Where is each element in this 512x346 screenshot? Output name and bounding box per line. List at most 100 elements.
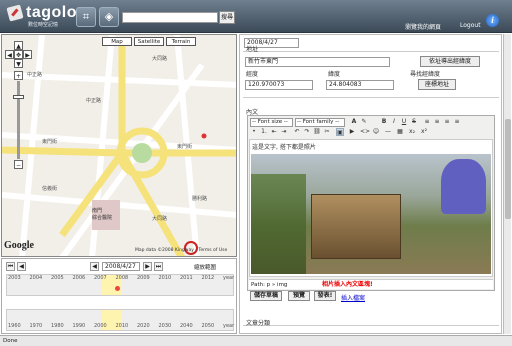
crop-icon[interactable]: ⌗ — [76, 7, 96, 27]
street-label: 勝利路 — [192, 196, 208, 202]
underline-icon[interactable]: U — [400, 118, 408, 126]
street-label: 中正路 — [27, 72, 43, 78]
align-center-icon[interactable]: ≡ — [433, 118, 441, 126]
tag-icon[interactable]: ◈ — [99, 7, 119, 27]
subscript-icon[interactable]: x₂ — [408, 128, 416, 136]
pan-right-icon[interactable]: ▶ — [23, 50, 32, 59]
image-icon[interactable]: ▣ — [336, 128, 344, 136]
street-label: 大同路 — [152, 216, 168, 222]
timeline-tick: year — [223, 275, 235, 281]
address-field[interactable]: 新竹市東門 — [245, 57, 390, 67]
media-icon[interactable]: ▶ — [348, 128, 356, 136]
link-icon[interactable]: ⛓ — [313, 128, 321, 136]
longitude-field[interactable]: 120.970073 — [245, 80, 313, 90]
geocode-button[interactable]: 依址導出經緯度 — [420, 56, 480, 67]
timeline-tick: 1960 — [8, 323, 21, 329]
tl-next-date-icon[interactable]: ▶ — [143, 262, 152, 271]
timeline-tick: 2005 — [51, 275, 64, 281]
timeline-date-field[interactable]: 2008/4/27 — [102, 262, 140, 271]
inserted-photo[interactable] — [251, 154, 491, 274]
address-label: 地址 — [246, 46, 259, 53]
timeline-tick: year — [223, 323, 235, 329]
bullet-list-icon[interactable]: • — [250, 128, 258, 136]
zoom-out-icon[interactable]: − — [14, 160, 23, 169]
editor-text: 這是文字, 搭下都是照片 — [252, 144, 316, 151]
bold-icon[interactable]: B — [380, 118, 388, 126]
font-size-select[interactable]: -- Font size -- — [250, 118, 293, 127]
scrollbar-thumb[interactable] — [505, 119, 511, 219]
emoticon-icon[interactable]: ☺ — [372, 128, 380, 136]
timeline-tick: 2003 — [8, 275, 21, 281]
panel-scrollbar[interactable] — [503, 34, 511, 334]
latitude-field[interactable]: 24.804083 — [326, 80, 394, 90]
redo-icon[interactable]: ↷ — [303, 128, 311, 136]
google-logo: Google — [4, 240, 34, 251]
italic-icon[interactable]: I — [390, 118, 398, 126]
pan-left-icon[interactable]: ◀ — [5, 50, 14, 59]
save-draft-button[interactable]: 儲存草稿 — [250, 291, 282, 301]
table-icon[interactable]: ▦ — [396, 128, 404, 136]
timeline-tick: 2011 — [180, 275, 193, 281]
timeline-tick: 2010 — [115, 323, 129, 329]
insert-file-link[interactable]: 插入檔案 — [341, 293, 365, 302]
timeline-tick: 2040 — [180, 323, 193, 329]
timeline-tick: 2000 — [94, 323, 107, 329]
search-input[interactable] — [122, 12, 218, 23]
editor-content-area[interactable]: 這是文字, 搭下都是照片 — [249, 139, 493, 277]
timeline-tick: 1980 — [51, 323, 64, 329]
outdent-icon[interactable]: ⇤ — [270, 128, 278, 136]
preview-button[interactable]: 預覽 — [288, 291, 310, 301]
unlink-icon[interactable]: ✂ — [323, 128, 331, 136]
text-color-icon[interactable]: A — [350, 118, 358, 126]
timeline-zoom-label[interactable]: 縮放範圍 — [194, 263, 216, 271]
app-subtitle: 數位時空記憶 — [28, 22, 59, 28]
lng-label: 經度 — [246, 71, 259, 78]
app-logo[interactable]: tagolo — [26, 4, 77, 22]
highlight-icon[interactable]: ✎ — [360, 118, 368, 126]
timeline-marker[interactable] — [115, 286, 120, 291]
street-label: 東門街 — [42, 139, 58, 145]
tl-prev-icon[interactable]: ◀ — [17, 262, 26, 271]
info-icon[interactable]: i — [486, 14, 499, 27]
divider — [243, 325, 499, 326]
pan-down-icon[interactable]: ▼ — [14, 59, 23, 68]
timeline-tick: 2030 — [158, 323, 172, 329]
map-type-satellite[interactable]: Satellite — [134, 37, 164, 46]
map-type-map[interactable]: Map — [102, 37, 132, 46]
street-label: 信義街 — [42, 186, 58, 192]
photo-plants — [251, 174, 306, 274]
zoom-in-icon[interactable]: + — [14, 71, 23, 80]
tl-prev-date-icon[interactable]: ◀ — [90, 262, 99, 271]
status-bar: Done — [0, 335, 512, 346]
publish-button[interactable]: 發表! — [314, 291, 336, 301]
coords-address-button[interactable]: 座標地址 — [418, 79, 456, 90]
logout-link[interactable]: Logout — [460, 22, 481, 29]
map-type-terrain[interactable]: Terrain — [166, 37, 196, 46]
number-list-icon[interactable]: 1. — [260, 128, 268, 136]
tl-last-icon[interactable]: ⏭ — [154, 262, 163, 271]
pan-up-icon[interactable]: ▲ — [14, 41, 23, 50]
strike-icon[interactable]: S — [410, 118, 418, 126]
album-link[interactable]: 瀏覽我的網頁 — [405, 22, 441, 31]
pen-logo-icon — [6, 4, 24, 22]
tl-first-icon[interactable]: ⏮ — [6, 262, 15, 271]
font-family-select[interactable]: -- Font family -- — [295, 118, 345, 127]
zoom-slider-handle[interactable] — [13, 95, 24, 99]
align-right-icon[interactable]: ≡ — [443, 118, 451, 126]
align-left-icon[interactable]: ≡ — [423, 118, 431, 126]
map-roads — [2, 35, 236, 256]
timeline: ⏮ ◀ ◀ 2008/4/27 ▶ ⏭ 縮放範圍 2003 2004 2005 200… — [1, 258, 237, 334]
align-justify-icon[interactable]: ≡ — [453, 118, 461, 126]
timeline-tick: 2007 — [94, 275, 107, 281]
zoom-slider[interactable] — [17, 81, 20, 159]
superscript-icon[interactable]: x² — [420, 128, 428, 136]
indent-icon[interactable]: ⇥ — [280, 128, 288, 136]
undo-icon[interactable]: ↶ — [293, 128, 301, 136]
pan-center-icon[interactable]: ✥ — [14, 50, 23, 59]
search-button[interactable]: 搜尋 — [219, 11, 235, 24]
map-copyright: Map data ©2008 Kingway - Terms of Use — [135, 248, 228, 253]
hr-icon[interactable]: — — [384, 128, 392, 136]
map-view[interactable]: 中正路 中正路 東門街 東門街 大同路 勝利路 信義街 大同路 南門 綜合醫院 … — [1, 34, 237, 257]
html-icon[interactable]: <> — [360, 128, 370, 136]
timeline-tick: 1970 — [29, 323, 43, 329]
